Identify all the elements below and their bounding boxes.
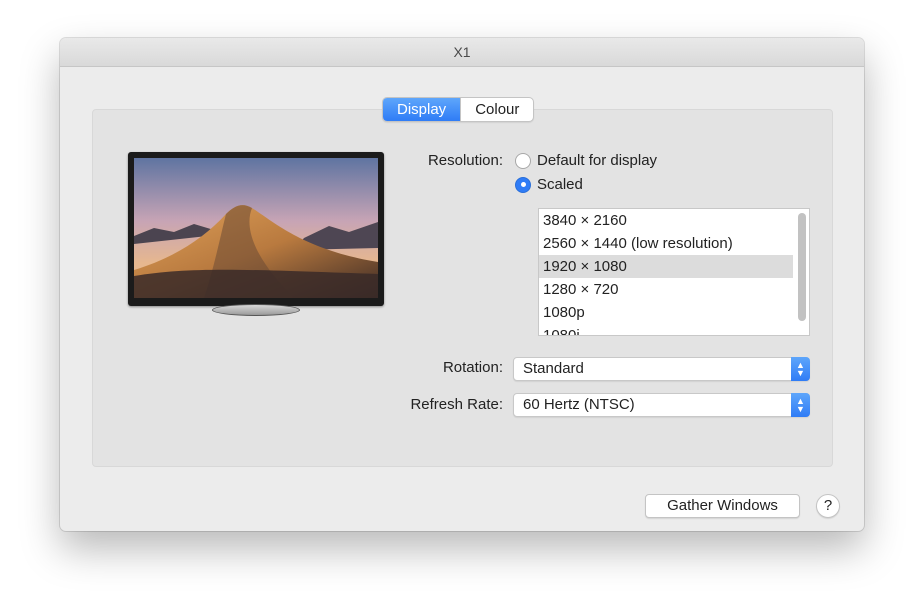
window-title: X1	[60, 38, 864, 67]
up-down-chevrons-icon: ▲ ▼	[791, 393, 810, 417]
radio-button-selected[interactable]	[515, 176, 531, 193]
list-item[interactable]: 1280 × 720	[539, 278, 793, 301]
monitor-stand	[212, 304, 300, 316]
list-item-selected[interactable]: 1920 × 1080	[539, 255, 793, 278]
help-button[interactable]: ?	[816, 494, 840, 518]
monitor-preview-icon	[128, 152, 384, 306]
tab-colour[interactable]: Colour	[460, 98, 533, 121]
list-item[interactable]: 2560 × 1440 (low resolution)	[539, 232, 793, 255]
up-down-chevrons-icon: ▲ ▼	[791, 357, 810, 381]
radio-label-default: Default for display	[537, 152, 658, 169]
tab-segmented-control: Display Colour	[382, 97, 535, 122]
wallpaper-image	[134, 158, 378, 298]
list-item[interactable]: 3840 × 2160	[539, 209, 793, 232]
radio-label-scaled: Scaled	[537, 176, 583, 193]
refresh-rate-label: Refresh Rate:	[410, 396, 503, 413]
radio-default-for-display[interactable]: Default for display	[515, 152, 657, 169]
rotation-label: Rotation:	[442, 359, 503, 376]
radio-button[interactable]	[515, 152, 531, 169]
list-item[interactable]: 1080p	[539, 301, 793, 324]
resolution-label: Resolution:	[427, 152, 503, 169]
tab-display[interactable]: Display	[383, 98, 461, 121]
rotation-popup[interactable]: Standard ▲ ▼	[513, 357, 810, 381]
gather-windows-button[interactable]: Gather Windows	[645, 494, 800, 518]
list-scrollbar[interactable]	[798, 213, 806, 321]
display-preferences-window: X1 Display Colour Resolution: Default fo…	[60, 38, 864, 531]
rotation-value: Standard	[523, 360, 584, 377]
refresh-rate-popup[interactable]: 60 Hertz (NTSC) ▲ ▼	[513, 393, 810, 417]
resolution-list[interactable]: 3840 × 2160 2560 × 1440 (low resolution)…	[538, 208, 810, 336]
refresh-rate-value: 60 Hertz (NTSC)	[523, 396, 635, 413]
list-item[interactable]: 1080i	[539, 324, 793, 335]
radio-scaled[interactable]: Scaled	[515, 176, 583, 193]
